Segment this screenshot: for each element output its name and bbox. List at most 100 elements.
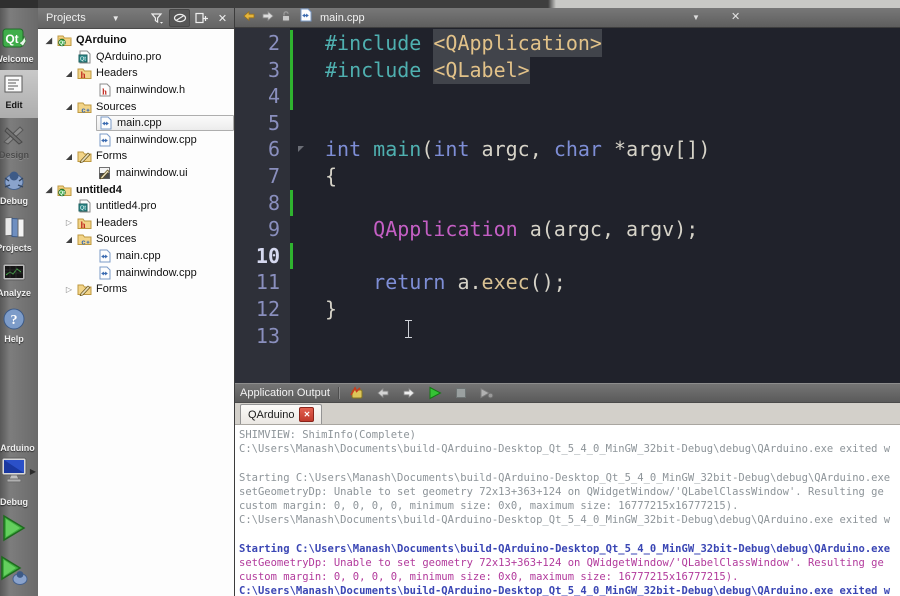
mode-label: Design bbox=[0, 150, 39, 160]
code-line[interactable]: 13 bbox=[235, 323, 900, 350]
rerun-button[interactable] bbox=[348, 385, 366, 401]
open-document-name[interactable]: main.cpp bbox=[320, 12, 365, 24]
line-number: 4 bbox=[235, 83, 280, 110]
line-number: 5 bbox=[235, 110, 280, 137]
mode-help[interactable]: ?Help bbox=[0, 304, 39, 352]
expander-icon[interactable]: ▷ bbox=[62, 285, 76, 294]
tree-row[interactable]: ◢cSources bbox=[38, 231, 234, 248]
application-output-panel: Application Output QArduino bbox=[235, 383, 900, 596]
code-line[interactable]: 3#include <QLabel> bbox=[235, 57, 900, 84]
code-editor[interactable]: 2#include <QApplication>3#include <QLabe… bbox=[235, 28, 900, 383]
output-line: Starting C:\Users\Manash\Documents\build… bbox=[239, 542, 900, 556]
projects-panel-title[interactable]: Projects bbox=[46, 12, 86, 24]
expander-icon[interactable]: ◢ bbox=[42, 185, 56, 194]
tree-row[interactable]: QtQArduino.pro bbox=[38, 49, 234, 66]
tree-row[interactable]: ◢Qtuntitled4 bbox=[38, 181, 234, 198]
output-console[interactable]: SHIMVIEW: ShimInfo(Complete) C:\Users\Man… bbox=[235, 425, 900, 596]
tree-row[interactable]: mainwindow.cpp bbox=[38, 132, 234, 149]
code-line[interactable]: 6int main(int argc, char *argv[]) bbox=[235, 136, 900, 163]
tree-row[interactable]: ◢QtQArduino bbox=[38, 32, 234, 49]
stop-button[interactable] bbox=[452, 385, 470, 401]
go-forward-button[interactable] bbox=[262, 9, 274, 27]
code-token: a(argc, argv); bbox=[518, 217, 699, 241]
sync-with-editor-button[interactable] bbox=[169, 9, 190, 27]
close-panel-button[interactable]: ✕ bbox=[213, 10, 232, 26]
back-arrow-icon bbox=[243, 10, 255, 22]
toolbar-separator bbox=[338, 387, 340, 399]
tree-row-label: mainwindow.ui bbox=[116, 167, 188, 179]
line-number: 7 bbox=[235, 163, 280, 190]
mode-projects[interactable]: Projects bbox=[0, 213, 39, 261]
code-line[interactable]: 9 QApplication a(argc, argv); bbox=[235, 216, 900, 243]
filter-tree-button[interactable] bbox=[148, 10, 167, 26]
sources-folder-icon: c bbox=[77, 232, 92, 246]
modified-line-bar-icon bbox=[290, 30, 293, 57]
svg-text:h: h bbox=[102, 87, 107, 97]
line-number: 10 bbox=[235, 243, 280, 270]
code-line[interactable]: 4 bbox=[235, 83, 900, 110]
code-line[interactable]: 11 return a.exec(); bbox=[235, 269, 900, 296]
expander-icon[interactable]: ◢ bbox=[62, 235, 76, 244]
mode-analyze[interactable]: Analyze bbox=[0, 258, 39, 306]
code-text: return a.exec(); bbox=[325, 269, 566, 296]
code-line[interactable]: 5 bbox=[235, 110, 900, 137]
output-tab-qarduino[interactable]: QArduino ✕ bbox=[240, 404, 322, 424]
expander-icon[interactable]: ◢ bbox=[42, 36, 56, 45]
tree-row[interactable]: mainwindow.ui bbox=[38, 165, 234, 182]
mode-debug[interactable]: Debug bbox=[0, 166, 39, 214]
panel-dropdown-icon[interactable]: ▼ bbox=[112, 14, 120, 23]
code-token: } bbox=[325, 297, 337, 321]
run-button[interactable] bbox=[0, 513, 39, 553]
code-line[interactable]: 2#include <QApplication> bbox=[235, 30, 900, 57]
code-line[interactable]: 7{ bbox=[235, 163, 900, 190]
mode-label: Analyze bbox=[0, 288, 39, 298]
tree-row-core: hHeaders bbox=[76, 66, 234, 81]
tree-row[interactable]: ▷Forms bbox=[38, 281, 234, 298]
tree-row[interactable]: Qtuntitled4.pro bbox=[38, 198, 234, 215]
kit-selector-button[interactable]: ▶ bbox=[0, 455, 39, 491]
start-debugging-button[interactable] bbox=[0, 556, 39, 596]
previous-item-button[interactable] bbox=[374, 385, 392, 401]
kit-project-label: QArduino bbox=[0, 443, 39, 453]
output-line: setGeometryDp: Unable to set geometry 72… bbox=[239, 556, 900, 570]
go-back-button[interactable] bbox=[243, 9, 255, 27]
code-token: <QApplication> bbox=[433, 29, 602, 57]
tree-row-core: Qtuntitled4.pro bbox=[76, 199, 234, 214]
close-tab-icon[interactable]: ✕ bbox=[299, 407, 314, 422]
output-line: SHIMVIEW: ShimInfo(Complete) bbox=[239, 428, 900, 442]
tree-row[interactable]: ◢hHeaders bbox=[38, 65, 234, 82]
tree-row-core: main.cpp bbox=[96, 115, 234, 131]
tree-row[interactable]: ◢Forms bbox=[38, 148, 234, 165]
file-lock-button[interactable] bbox=[281, 9, 291, 27]
tree-row[interactable]: mainwindow.cpp bbox=[38, 264, 234, 281]
line-number: 3 bbox=[235, 57, 280, 84]
expander-icon[interactable]: ◢ bbox=[62, 102, 76, 111]
mode-label: Edit bbox=[0, 100, 39, 110]
code-token: int bbox=[325, 137, 361, 161]
document-dropdown-icon[interactable]: ▼ bbox=[692, 13, 700, 22]
attach-button[interactable] bbox=[478, 385, 496, 401]
code-line[interactable]: 12} bbox=[235, 296, 900, 323]
close-document-icon[interactable]: ✕ bbox=[731, 10, 740, 23]
cropped-menubar-strip bbox=[0, 0, 900, 8]
tree-row[interactable]: hmainwindow.h bbox=[38, 82, 234, 99]
tree-row[interactable]: ◢cSources bbox=[38, 98, 234, 115]
code-line[interactable]: 8 bbox=[235, 190, 900, 217]
run-output-button[interactable] bbox=[426, 385, 444, 401]
mode-edit[interactable]: Edit bbox=[0, 70, 39, 118]
code-line[interactable]: 10 bbox=[235, 243, 900, 270]
cpp-file-icon bbox=[98, 116, 113, 130]
mode-welcome[interactable]: QtWelcome bbox=[0, 24, 39, 72]
tree-row[interactable]: main.cpp bbox=[38, 248, 234, 265]
projects-panel-header: Projects ▼ ✕ bbox=[38, 8, 234, 29]
tree-row[interactable]: ▷hHeaders bbox=[38, 215, 234, 232]
next-item-button[interactable] bbox=[400, 385, 418, 401]
tree-row-label: QArduino.pro bbox=[96, 51, 161, 63]
split-panel-button[interactable] bbox=[192, 10, 211, 26]
expander-icon[interactable]: ▷ bbox=[62, 218, 76, 227]
tree-row-core: hHeaders bbox=[76, 215, 234, 230]
output-line: C:\Users\Manash\Documents\build-QArduino… bbox=[239, 584, 900, 596]
expander-icon[interactable]: ◢ bbox=[62, 69, 76, 78]
tree-row[interactable]: main.cpp bbox=[38, 115, 234, 132]
expander-icon[interactable]: ◢ bbox=[62, 152, 76, 161]
